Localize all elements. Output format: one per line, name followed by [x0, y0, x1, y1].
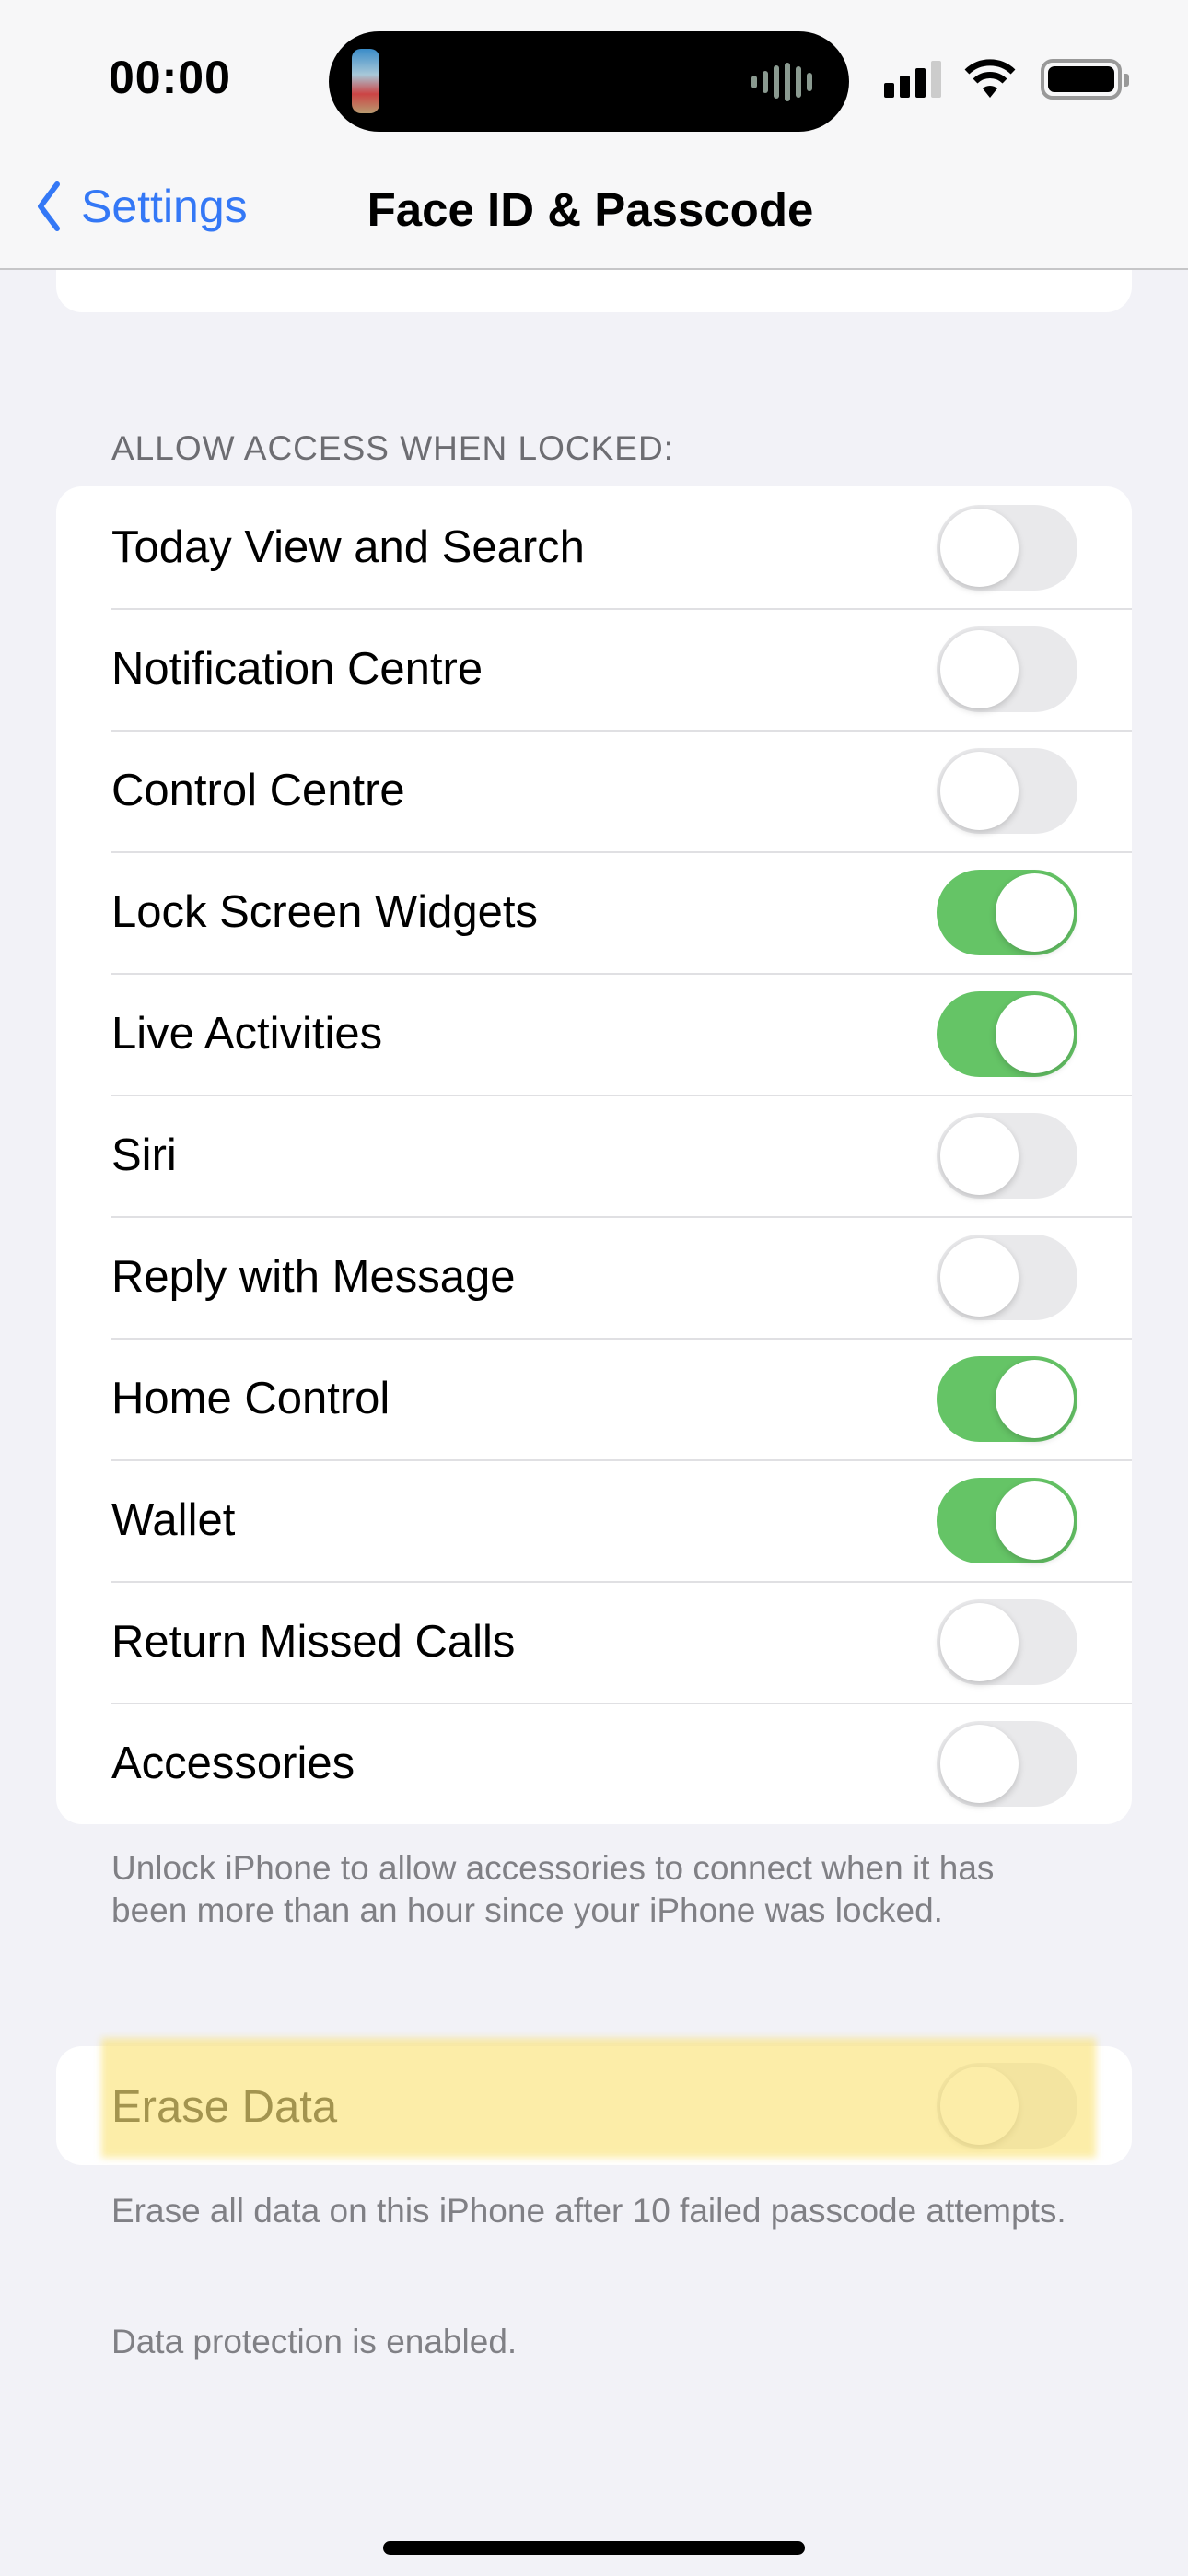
- setting-toggle[interactable]: [937, 1478, 1077, 1563]
- home-indicator[interactable]: [383, 2541, 805, 2555]
- setting-row: Home Control: [56, 1338, 1132, 1459]
- setting-row: Siri: [56, 1095, 1132, 1216]
- setting-toggle[interactable]: [937, 505, 1077, 591]
- erase-data-footer: Erase all data on this iPhone after 10 f…: [111, 2192, 1066, 2230]
- setting-label: Lock Screen Widgets: [111, 887, 538, 937]
- setting-label: Home Control: [111, 1374, 390, 1423]
- status-time: 00:00: [109, 52, 231, 103]
- audio-waveform-icon: [751, 63, 812, 101]
- setting-row: Reply with Message: [56, 1216, 1132, 1338]
- setting-row: Wallet: [56, 1459, 1132, 1581]
- setting-row: Today View and Search: [56, 486, 1132, 608]
- setting-label: Live Activities: [111, 1009, 383, 1059]
- setting-row: Lock Screen Widgets: [56, 851, 1132, 973]
- setting-row: Return Missed Calls: [56, 1581, 1132, 1703]
- setting-row: Live Activities: [56, 973, 1132, 1095]
- data-protection-note: Data protection is enabled.: [111, 2323, 518, 2360]
- setting-toggle[interactable]: [937, 1235, 1077, 1320]
- setting-label: Siri: [111, 1130, 177, 1180]
- setting-toggle[interactable]: [937, 991, 1077, 1077]
- erase-data-row: Erase Data: [56, 2046, 1132, 2165]
- section-header: ALLOW ACCESS WHEN LOCKED:: [111, 429, 674, 467]
- erase-data-card: Erase Data: [56, 2046, 1132, 2165]
- setting-toggle[interactable]: [937, 1356, 1077, 1442]
- setting-toggle[interactable]: [937, 748, 1077, 834]
- setting-label: Return Missed Calls: [111, 1617, 516, 1667]
- allow-access-list: Today View and Search Notification Centre…: [56, 486, 1132, 1824]
- setting-label: Notification Centre: [111, 644, 483, 694]
- erase-data-label: Erase Data: [111, 2082, 338, 2132]
- setting-label: Wallet: [111, 1495, 236, 1545]
- setting-toggle[interactable]: [937, 1113, 1077, 1199]
- cellular-signal-icon: [884, 61, 941, 98]
- dynamic-island[interactable]: [329, 31, 849, 132]
- setting-label: Accessories: [111, 1739, 355, 1788]
- setting-toggle[interactable]: [937, 1599, 1077, 1685]
- setting-toggle[interactable]: [937, 870, 1077, 955]
- setting-toggle[interactable]: [937, 626, 1077, 712]
- setting-row: Accessories: [56, 1703, 1132, 1824]
- page-title: Face ID & Passcode: [367, 183, 814, 236]
- setting-label: Control Centre: [111, 766, 405, 815]
- setting-toggle[interactable]: [937, 1721, 1077, 1807]
- wifi-icon: [964, 59, 1016, 98]
- setting-label: Today View and Search: [111, 522, 585, 572]
- accessories-footer: Unlock iPhone to allow accessories to co…: [111, 1849, 995, 1929]
- setting-label: Reply with Message: [111, 1252, 516, 1302]
- battery-icon: [1041, 59, 1129, 100]
- navigation-bar: 00:00 Settings Face ID & Passcode: [0, 0, 1188, 270]
- setting-row: Notification Centre: [56, 608, 1132, 730]
- now-playing-artwork: [352, 49, 379, 113]
- setting-row: Control Centre: [56, 730, 1132, 851]
- erase-data-toggle[interactable]: [937, 2063, 1077, 2149]
